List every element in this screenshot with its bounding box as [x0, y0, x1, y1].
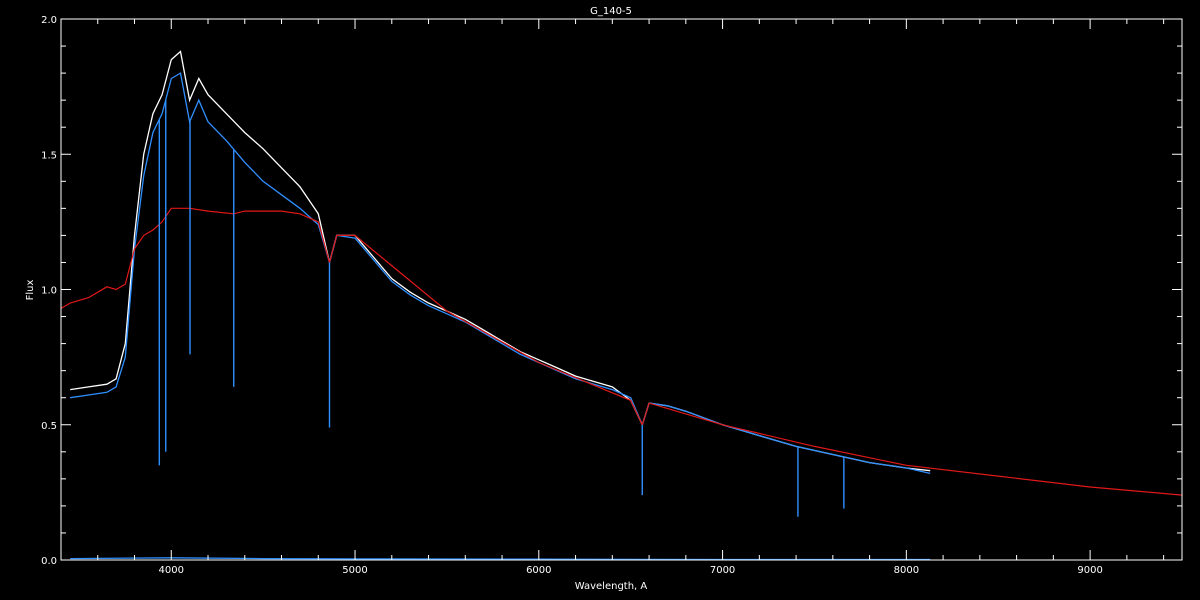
y-tick-label: 0.5	[41, 421, 57, 432]
x-tick-label: 4000	[159, 565, 184, 576]
x-axis-label: Wavelength, A	[575, 581, 648, 592]
chart-title: G_140-5	[590, 6, 632, 17]
x-tick-label: 6000	[526, 565, 551, 576]
x-tick-label: 5000	[342, 565, 367, 576]
x-tick-label: 8000	[894, 565, 919, 576]
y-tick-label: 2.0	[41, 15, 57, 26]
x-tick-label: 9000	[1077, 565, 1102, 576]
y-tick-label: 0.0	[41, 556, 57, 567]
chart-background	[0, 0, 1200, 600]
y-axis-label: Flux	[25, 280, 36, 301]
y-tick-label: 1.0	[41, 286, 57, 297]
spectrum-chart: G_140-5 Flux Wavelength, A 4000 5000 6000 7…	[0, 0, 1200, 600]
x-tick-label: 7000	[710, 565, 735, 576]
y-tick-label: 1.5	[41, 150, 57, 161]
